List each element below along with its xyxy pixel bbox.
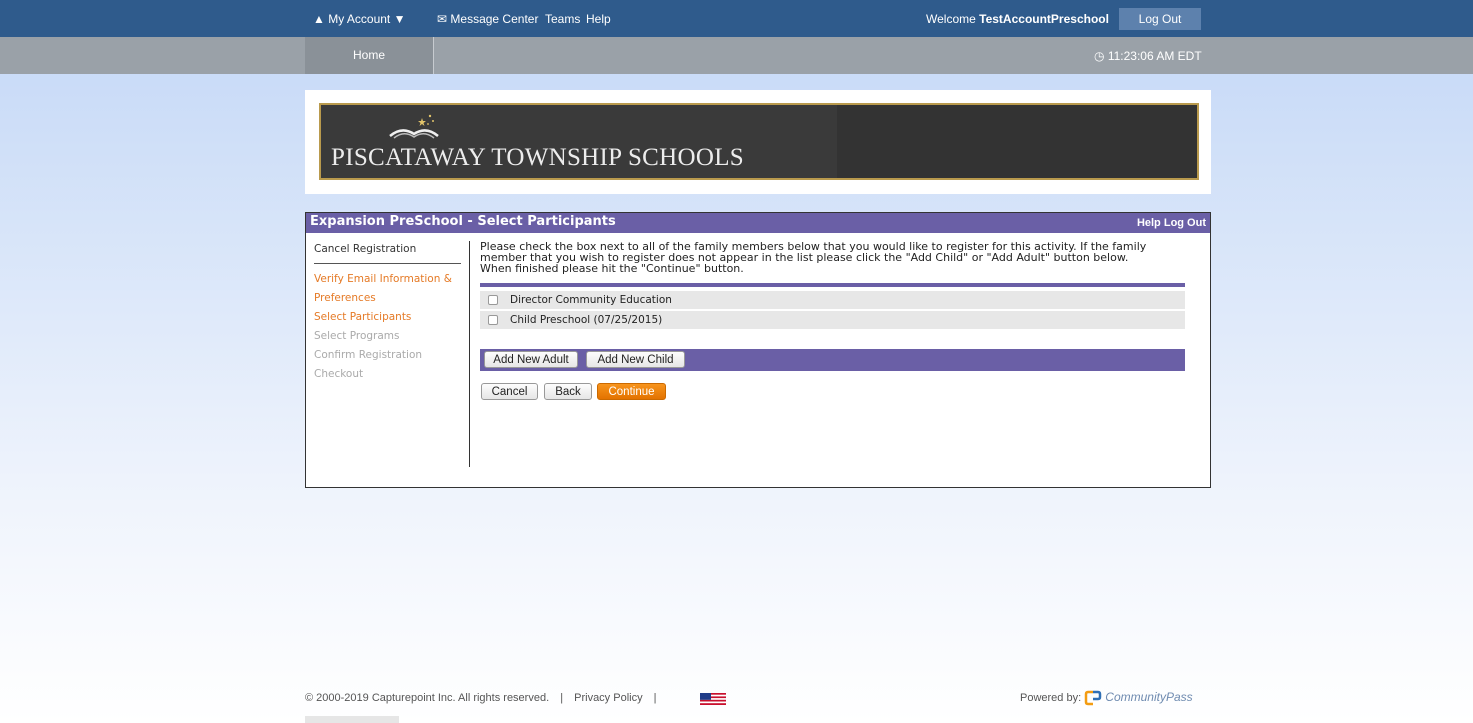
- family-member-row: Director Community Education: [480, 291, 1185, 309]
- family-member-row: Child Preschool (07/25/2015): [480, 311, 1185, 329]
- open-book-stars-icon: [389, 114, 439, 139]
- panel-header: Expansion PreSchool - Select Participant…: [306, 213, 1210, 233]
- step-preferences[interactable]: Preferences: [314, 289, 461, 308]
- message-center-label: Message Center: [450, 12, 539, 26]
- top-navigation-bar: ▲ My Account ▼ ✉ Message Center Teams He…: [0, 0, 1473, 37]
- my-account-label: My Account: [328, 12, 391, 26]
- add-new-adult-button[interactable]: Add New Adult: [484, 351, 578, 368]
- registration-steps-sidebar: Cancel Registration Verify Email Informa…: [314, 243, 461, 384]
- tab-home[interactable]: Home: [305, 37, 434, 74]
- user-icon: ▲: [313, 12, 325, 26]
- help-link[interactable]: Help: [586, 12, 611, 26]
- cancel-registration-link[interactable]: Cancel Registration: [314, 243, 461, 264]
- instructions-text: Please check the box next to all of the …: [480, 241, 1185, 274]
- communitypass-brand: CommunityPass: [1105, 690, 1193, 704]
- username: TestAccountPreschool: [979, 12, 1109, 26]
- privacy-policy-link[interactable]: Privacy Policy: [574, 692, 642, 704]
- continue-button[interactable]: Continue: [597, 383, 666, 400]
- message-center-link[interactable]: ✉ Message Center: [437, 12, 538, 26]
- step-confirm-registration: Confirm Registration: [314, 349, 423, 361]
- copyright-text: © 2000-2019 Capturepoint Inc. All rights…: [305, 692, 550, 704]
- member-name: Director Community Education: [510, 294, 672, 306]
- footer-copyright-area: © 2000-2019 Capturepoint Inc. All rights…: [305, 692, 665, 704]
- member-checkbox[interactable]: [488, 295, 498, 305]
- caret-down-icon: ▼: [393, 12, 406, 26]
- logout-button[interactable]: Log Out: [1119, 8, 1201, 30]
- banner-logo-area: PISCATAWAY TOWNSHIP SCHOOLS: [321, 105, 837, 178]
- back-button[interactable]: Back: [544, 383, 592, 400]
- add-new-child-button[interactable]: Add New Child: [586, 351, 685, 368]
- instructions-line: When finished please hit the "Continue" …: [480, 262, 744, 275]
- communitypass-logo-icon: [1084, 690, 1102, 706]
- step-select-programs: Select Programs: [314, 330, 400, 342]
- member-checkbox[interactable]: [488, 315, 498, 325]
- school-banner: PISCATAWAY TOWNSHIP SCHOOLS: [319, 103, 1199, 180]
- current-time: 11:23:06 AM EDT: [1107, 49, 1202, 63]
- envelope-icon: ✉: [437, 12, 448, 26]
- step-checkout: Checkout: [314, 368, 364, 380]
- step-verify-email[interactable]: Verify Email Information &: [314, 270, 461, 289]
- footer-separator: |: [560, 692, 564, 704]
- panel-title: Expansion PreSchool - Select Participant…: [310, 214, 616, 229]
- member-name: Child Preschool (07/25/2015): [510, 314, 663, 326]
- clock-icon: ◷: [1094, 49, 1105, 63]
- teams-link[interactable]: Teams: [545, 12, 580, 26]
- footer-tab: [305, 716, 399, 723]
- add-member-bar: Add New Adult Add New Child: [480, 349, 1185, 371]
- powered-by-label: Powered by:: [1020, 692, 1082, 704]
- panel-help-link[interactable]: Help: [1137, 217, 1161, 229]
- cancel-button[interactable]: Cancel: [481, 383, 538, 400]
- clock: ◷ 11:23:06 AM EDT: [1094, 49, 1202, 63]
- panel-logout-link[interactable]: Log Out: [1164, 217, 1206, 229]
- welcome-prefix: Welcome: [926, 12, 980, 26]
- banner-container: PISCATAWAY TOWNSHIP SCHOOLS: [305, 90, 1211, 194]
- footer-separator: |: [653, 692, 657, 704]
- participants-content: Please check the box next to all of the …: [480, 241, 1185, 411]
- powered-by-area: Powered by: CommunityPass: [1020, 690, 1193, 706]
- welcome-text: Welcome TestAccountPreschool: [926, 12, 1109, 26]
- secondary-navigation-bar: Home ◷ 11:23:06 AM EDT: [0, 37, 1473, 74]
- school-name: PISCATAWAY TOWNSHIP SCHOOLS: [331, 144, 744, 171]
- us-flag-icon[interactable]: [700, 693, 726, 705]
- step-select-participants[interactable]: Select Participants: [314, 308, 461, 327]
- panel-links: Help Log Out: [1137, 217, 1206, 229]
- registration-panel: Expansion PreSchool - Select Participant…: [305, 212, 1211, 488]
- my-account-menu[interactable]: ▲ My Account ▼: [313, 12, 406, 26]
- section-divider: [480, 283, 1185, 287]
- action-buttons: Cancel Back Continue: [480, 381, 1185, 411]
- vertical-divider: [469, 241, 470, 467]
